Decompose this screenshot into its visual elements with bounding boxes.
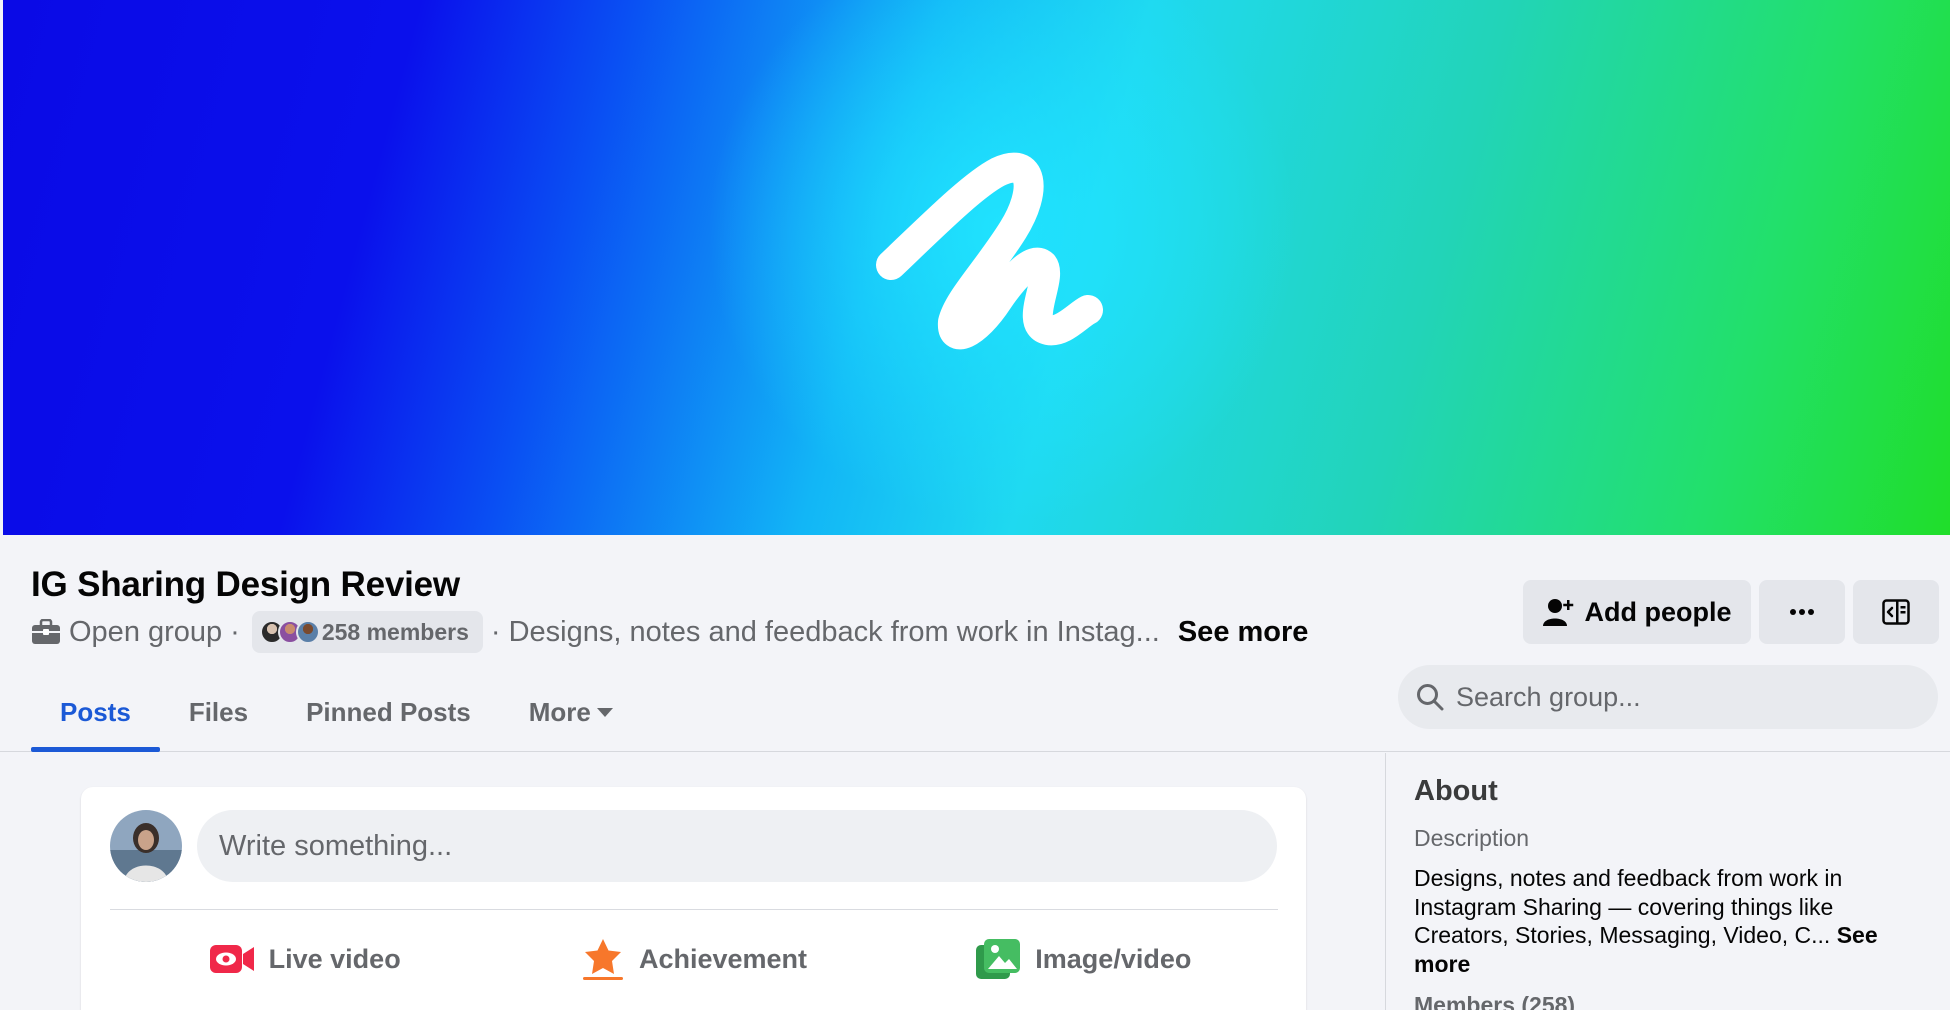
description-label: Description [1414,825,1530,851]
add-people-button[interactable]: Add people [1523,580,1751,644]
group-page: IG Sharing Design Review Open group · 25… [0,0,1950,1010]
tab-files[interactable]: Files [160,672,277,752]
toggle-panel-button[interactable] [1853,580,1939,644]
post-composer: Write something... Live video Achievemen… [81,787,1306,1010]
tab-pinned-posts[interactable]: Pinned Posts [277,672,500,752]
achievement-button[interactable]: Achievement [499,919,888,999]
add-people-label: Add people [1584,596,1732,627]
members-heading[interactable]: Members (258) [1414,992,1575,1010]
members-count-label: 258 members [321,618,469,645]
image-video-button[interactable]: Image/video [889,919,1278,999]
member-avatars [259,620,320,644]
cover-photo [3,0,1950,535]
search-input[interactable] [1456,681,1916,713]
live-video-button[interactable]: Live video [110,919,499,999]
about-title: About [1414,775,1498,807]
sidebar-panel-icon [1882,599,1910,625]
user-photo-icon [110,810,182,882]
group-description-snippet: · Designs, notes and feedback from work … [490,615,1160,648]
group-meta-row: Open group · 258 members · Designs, note… [31,610,1308,654]
more-options-button[interactable] [1759,580,1845,644]
live-video-icon [209,945,254,973]
avatar [295,620,320,644]
group-title[interactable]: IG Sharing Design Review [31,565,460,605]
search-icon [1417,684,1444,711]
avatar[interactable] [110,810,182,882]
tab-posts[interactable]: Posts [31,672,160,752]
caret-down-icon [596,707,613,717]
composer-divider [110,909,1278,910]
ellipsis-icon [1790,609,1814,615]
meta-separator: · [230,615,240,648]
achievement-icon [582,939,623,980]
privacy-label: Open group [69,615,223,648]
see-more-link[interactable]: See more [1178,616,1309,649]
scribble-logo-icon [876,152,1103,350]
group-search[interactable] [1398,665,1938,729]
photo-icon [976,939,1021,979]
write-something-input[interactable]: Write something... [197,810,1277,882]
group-tabs: Posts Files Pinned Posts More [31,672,642,752]
composer-actions: Live video Achievement Image/video [110,919,1278,999]
add-person-icon [1542,599,1573,626]
briefcase-icon [32,619,60,644]
members-chip[interactable]: 258 members [251,611,483,653]
about-description: Designs, notes and feedback from work in… [1414,865,1878,977]
tab-more[interactable]: More [500,672,642,752]
